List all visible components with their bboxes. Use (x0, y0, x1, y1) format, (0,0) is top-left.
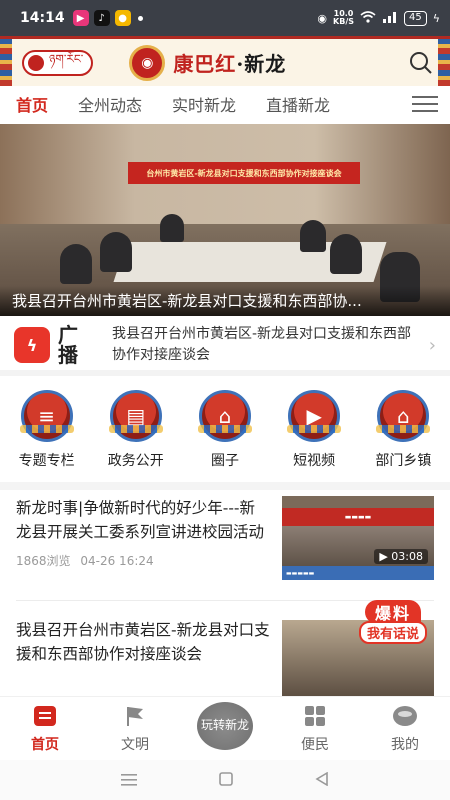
news-date: 04-26 16:24 (80, 554, 154, 568)
video-camera-icon: ▶ (287, 390, 342, 442)
bottom-navigation: 首页 文明 玩转新龙 便民 我的 (0, 696, 450, 760)
grid-label: 部门乡镇 (375, 453, 432, 469)
news-title[interactable]: 新龙时事|争做新时代的好少年---新龙县开展关工委系列宣讲进校园活动 (16, 496, 270, 544)
hero-person (100, 232, 132, 272)
nav-label: 便民 (301, 736, 329, 753)
house-icon: ⌂ (376, 390, 431, 442)
notification-dot-icon (137, 15, 143, 21)
video-duration: ▶ 03:08 (374, 549, 428, 564)
home-square-icon[interactable] (219, 771, 233, 790)
grid-item-short-video[interactable]: ▶ 短视频 (271, 390, 357, 478)
net-speed-unit: KB/S (333, 17, 354, 26)
explore-xinlong-button[interactable]: 玩转新龙 (197, 701, 253, 750)
language-icon (28, 54, 44, 71)
news-item[interactable]: 新龙时事|争做新时代的好少年---新龙县开展关工委系列宣讲进校园活动 1868浏… (0, 496, 450, 580)
news-title[interactable]: 我县召开台州市黄岩区-新龙县对口支援和东西部协作对接座谈会 (16, 618, 270, 666)
user-icon (392, 704, 418, 728)
broadcast-icon: ϟ (14, 327, 50, 363)
grid-label: 圈子 (210, 453, 239, 469)
menu-icon-line (412, 103, 438, 105)
broadcast-bar[interactable]: ϟ 广播 我县召开台州市黄岩区-新龙县对口支援和东西部协作对接座谈会 › (0, 320, 450, 376)
language-switch-button[interactable]: ཉག་རོང་ (22, 49, 94, 76)
hero-carousel[interactable]: 台州市黄岩区-新龙县对口支援和东西部协作对接座谈会 我县召开台州市黄岩区-新龙县… (0, 124, 450, 316)
news-views: 1868浏览 (16, 554, 71, 568)
back-icon[interactable] (315, 771, 329, 790)
grid-item-circle[interactable]: ⌂ 圈子 (182, 390, 268, 478)
nav-home[interactable]: 首页 (5, 704, 85, 754)
logo-text-red: 康巴红 (173, 52, 237, 76)
section-divider (0, 482, 450, 490)
network-speed: 10.0 KB/S (333, 10, 354, 26)
hero-person (160, 214, 184, 242)
battery-indicator: 45 (404, 10, 427, 26)
news-meta: 1868浏览 04-26 16:24 (16, 552, 270, 569)
charging-icon: ϟ (432, 11, 440, 25)
grid-icon (302, 704, 328, 728)
system-navigation (0, 760, 450, 800)
hero-person (60, 244, 92, 284)
news-thumbnail[interactable]: ▬▬▬▬ ▬▬▬▬▬ ▶ 03:08 (282, 496, 434, 580)
broadcast-text[interactable]: 我县召开台州市黄岩区-新龙县对口支援和东西部协作对接座谈会 (112, 324, 412, 366)
nav-label: 首页 (31, 736, 59, 753)
location-icon: ◉ (317, 11, 328, 25)
status-time: 14:14 (20, 10, 65, 26)
building-icon: ⌂ (197, 390, 252, 442)
menu-icon-line (412, 110, 438, 112)
nav-label: 我的 (391, 736, 419, 753)
topics-icon: ≡ (19, 390, 74, 442)
logo-text-black: 新龙 (244, 52, 287, 76)
news-text: 新龙时事|争做新时代的好少年---新龙县开展关工委系列宣讲进校园活动 1868浏… (16, 496, 270, 569)
grid-label: 专题专栏 (18, 453, 75, 469)
tiktok-icon: ♪ (93, 10, 110, 26)
tab-prefecture-news[interactable]: 全州动态 (78, 92, 142, 116)
newspaper-icon: ▤ (108, 390, 163, 442)
nav-label: 文明 (121, 736, 149, 753)
broadcast-label: 广播 (58, 323, 78, 367)
hero-person (330, 234, 362, 274)
status-bar: 14:14 ▶ ♪ ● ◉ 10.0 KB/S 45 ϟ (0, 0, 450, 36)
language-label: ཉག་རོང་ (49, 51, 84, 66)
hero-caption[interactable]: 我县召开台州市黄岩区-新龙县对口支援和东西部协... (0, 286, 450, 316)
tab-live-xinlong[interactable]: 直播新龙 (266, 92, 330, 116)
tip-off-button[interactable]: 爆料 我有话说 (348, 600, 438, 644)
signal-icon (382, 11, 398, 26)
tab-home[interactable]: 首页 (16, 92, 48, 116)
thumbnail-banner-icon: ▬▬▬▬ (282, 508, 434, 526)
hero-meeting-banner: 台州市黄岩区-新龙县对口支援和东西部协作对接座谈会 (128, 162, 360, 184)
grid-label: 短视频 (293, 453, 336, 469)
nav-profile[interactable]: 我的 (365, 704, 445, 754)
weibo-icon: ● (114, 10, 131, 26)
grid-item-special-topics[interactable]: ≡ 专题专栏 (4, 390, 90, 478)
news-text: 我县召开台州市黄岩区-新龙县对口支援和东西部协作对接座谈会 (16, 618, 270, 666)
app-header: ཉག་རོང་ ◉ 康巴红·新龙 (0, 36, 450, 86)
grid-item-government-affairs[interactable]: ▤ 政务公开 (93, 390, 179, 478)
logo-seal-icon: ◉ (129, 44, 166, 81)
menu-icon (412, 96, 438, 98)
duration-text: 03:08 (391, 550, 423, 563)
tip-off-sublabel: 我有话说 (358, 621, 427, 644)
search-icon (410, 51, 432, 74)
nav-explore-xinlong[interactable]: 玩转新龙 (185, 701, 265, 750)
search-button[interactable] (404, 46, 438, 80)
function-grid: ≡ 专题专栏 ▤ 政务公开 ⌂ 圈子 ▶ 短视频 ⌂ 部门乡镇 (0, 390, 450, 478)
tab-realtime-xinlong[interactable]: 实时新龙 (172, 92, 236, 116)
chevron-right-icon[interactable]: › (429, 335, 436, 356)
thumbnail-footer: ▬▬▬▬▬ (282, 566, 434, 580)
menu-icon[interactable] (121, 771, 137, 790)
grid-label: 政务公开 (107, 453, 164, 469)
app-logo: ◉ 康巴红·新龙 (129, 44, 286, 81)
home-icon (32, 704, 58, 728)
channel-tabs: 首页 全州动态 实时新龙 直播新龙 (0, 86, 450, 122)
hero-person (300, 220, 326, 252)
nav-civilization[interactable]: 文明 (95, 704, 175, 754)
logo-text: 康巴红·新龙 (173, 48, 286, 77)
nav-services[interactable]: 便民 (275, 704, 355, 754)
channel-menu-button[interactable] (412, 96, 438, 112)
flag-icon (122, 704, 148, 728)
grid-item-departments-towns[interactable]: ⌂ 部门乡镇 (360, 390, 446, 478)
video-app-icon: ▶ (72, 10, 89, 26)
wifi-icon (360, 10, 376, 26)
